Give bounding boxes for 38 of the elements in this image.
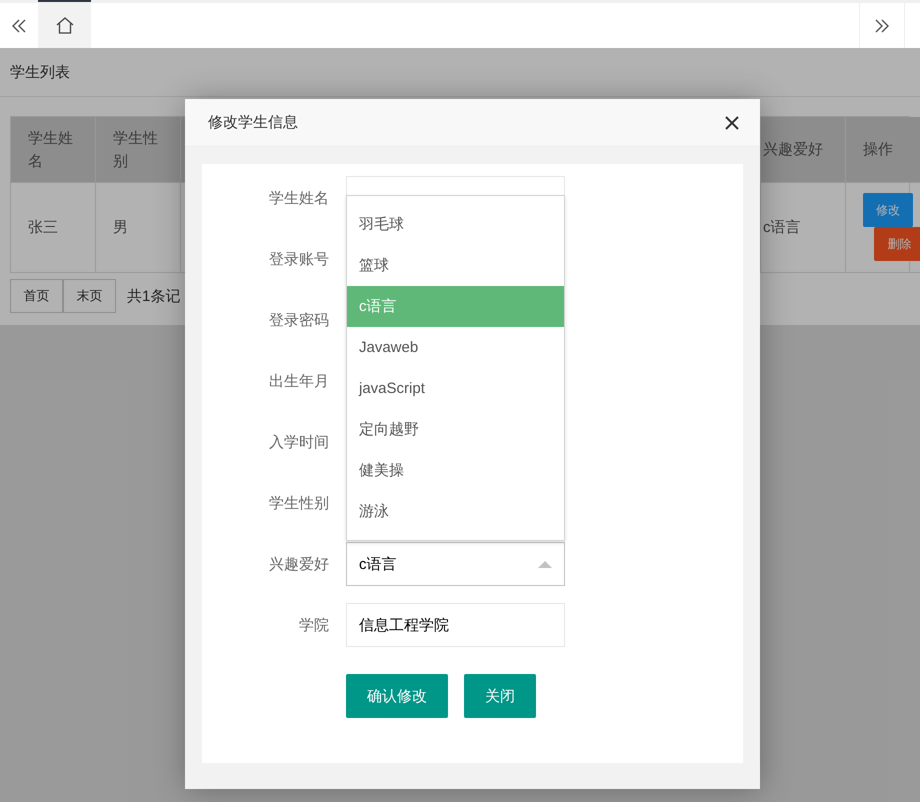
select-field[interactable]: c语言 [346,542,565,586]
table-cell: 男 [113,218,128,237]
column-header: 兴趣爱好 [761,117,846,183]
column-header: 学生姓名 [11,117,96,183]
input-field[interactable]: 信息工程学院 [346,603,565,647]
caret-up-icon [538,560,552,568]
close-icon [724,114,740,130]
dialog-title: 修改学生信息 [208,113,298,132]
field-label: 学院 [298,616,329,634]
double-chevron-right-icon [874,18,890,32]
field-label: 登录密码 [268,310,329,330]
dropdown-option[interactable]: 羽毛球 [347,204,564,245]
field-label: 登录账号 [268,250,329,268]
home-icon [56,16,74,34]
field-label: 兴趣爱好 [268,554,329,574]
panel-title: 学生列表 [10,62,70,82]
double-chevron-left-icon [11,18,27,32]
column-header: 学生性别 [96,117,181,183]
close-button[interactable] [724,114,740,130]
dropdown-option[interactable]: 健美操 [347,450,564,491]
dropdown-option[interactable]: 篮球 [347,245,564,286]
dropdown-option[interactable]: 游泳 [347,491,564,532]
table-cell: 张三 [28,218,58,237]
field-label: 出生年月 [268,372,329,390]
column-header: 操作 [846,117,920,183]
record-count: 共1条记 [127,286,180,306]
field-label: 入学时间 [268,432,329,452]
dropdown-option[interactable]: Javaweb [347,327,564,368]
field-label: 学生姓名 [268,188,329,208]
close-dialog-button[interactable]: 关闭 [464,674,536,718]
table-cell: c语言 [763,218,800,237]
page-button[interactable]: 首页 [10,279,63,313]
dropdown-option[interactable]: 定向越野 [347,409,564,450]
confirm-button[interactable]: 确认修改 [346,674,448,718]
dropdown-option[interactable]: javaScript [347,368,564,409]
field-label: 学生性别 [268,494,329,512]
page-button[interactable]: 末页 [63,279,116,313]
home-tab[interactable] [38,0,91,48]
